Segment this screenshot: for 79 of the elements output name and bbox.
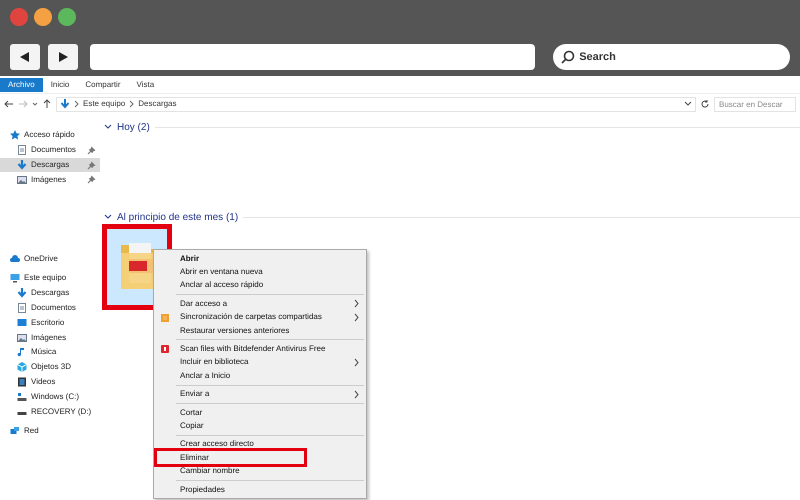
menu-item[interactable]: Enviar a xyxy=(154,388,366,401)
menu-item[interactable]: Cortar xyxy=(154,406,366,420)
search-field[interactable]: Search xyxy=(553,44,790,70)
chevron-icon xyxy=(74,100,79,108)
menu-item[interactable]: Abrir xyxy=(154,252,366,266)
breadcrumb[interactable]: Este equipo xyxy=(83,98,126,110)
sidebar-item[interactable]: Descargas xyxy=(0,286,100,301)
back-arrow-icon[interactable] xyxy=(4,99,14,109)
ribbon-tab[interactable]: Inicio xyxy=(42,78,78,92)
group-header[interactable]: Hoy (2) xyxy=(117,120,150,134)
minimize-icon[interactable] xyxy=(34,8,52,26)
search-placeholder: Search xyxy=(579,50,616,65)
star-icon xyxy=(10,130,20,140)
menu-item[interactable]: Cambiar nombre xyxy=(154,464,366,478)
menu-item[interactable]: Incluir en biblioteca xyxy=(154,356,366,370)
sidebar-item[interactable]: Imágenes xyxy=(0,330,100,345)
download-icon xyxy=(17,160,27,170)
chevron-icon xyxy=(104,214,112,220)
sidebar-item[interactable]: OneDrive xyxy=(0,251,100,266)
image-icon xyxy=(17,332,27,343)
forward-button[interactable] xyxy=(48,44,78,70)
back-button[interactable] xyxy=(10,44,40,70)
search-icon xyxy=(561,50,576,64)
maximize-icon[interactable] xyxy=(58,8,76,26)
sidebar-item[interactable]: Red xyxy=(0,424,100,439)
ribbon-tab[interactable]: Compartir xyxy=(77,78,128,92)
sidebar-item[interactable]: RECOVERY (D:) xyxy=(0,404,100,419)
breadcrumb[interactable]: Descargas xyxy=(138,98,177,110)
shield-icon xyxy=(161,345,169,354)
ribbon-tab[interactable]: Archivo xyxy=(0,78,43,92)
menu-item[interactable]: Sincronización de carpetas compartidas xyxy=(154,310,366,324)
menu-item[interactable]: Anclar a Inicio xyxy=(154,369,366,383)
menu-item[interactable]: Anclar al acceso rápido xyxy=(154,278,366,292)
sidebar-item[interactable]: Este equipo xyxy=(0,270,100,286)
cube-icon xyxy=(17,362,27,372)
refresh-icon[interactable] xyxy=(700,99,710,109)
back-arrow-icon xyxy=(18,51,31,63)
chevron-icon xyxy=(104,124,112,130)
forward-arrow-icon xyxy=(56,51,69,63)
film-icon xyxy=(17,376,27,387)
menu-item[interactable]: Eliminar xyxy=(157,451,304,464)
download-icon xyxy=(17,288,27,298)
document-icon xyxy=(17,302,27,313)
dropdown-icon xyxy=(684,101,692,107)
computer-icon xyxy=(10,273,20,284)
document-icon xyxy=(17,145,27,156)
dropdown-icon[interactable] xyxy=(32,101,38,107)
sidebar-item[interactable]: Escritorio xyxy=(0,315,100,330)
menu-item[interactable]: Scan files with Bitdefender Antivirus Free xyxy=(154,342,366,356)
sidebar-item[interactable]: Documentos xyxy=(0,300,100,316)
sidebar-item[interactable]: Imágenes xyxy=(0,172,100,188)
sidebar-item[interactable]: Videos xyxy=(0,374,100,390)
sidebar-item[interactable]: Música xyxy=(0,344,100,360)
drive-icon xyxy=(17,392,27,402)
sidebar-item[interactable]: Descargas xyxy=(0,158,100,172)
sidebar-item[interactable]: Documentos xyxy=(0,142,100,158)
sidebar-item[interactable]: Objetos 3D xyxy=(0,360,100,375)
menu-item[interactable]: Dar acceso a xyxy=(154,297,366,311)
up-arrow-icon[interactable] xyxy=(42,99,52,109)
chevron-icon xyxy=(129,100,134,108)
ribbon-tab[interactable]: Vista xyxy=(128,78,162,92)
sync-icon xyxy=(161,314,169,322)
address-field[interactable] xyxy=(90,44,536,70)
download-icon xyxy=(60,99,70,109)
image-icon xyxy=(17,174,27,185)
menu-item[interactable]: Crear acceso directo xyxy=(154,438,366,452)
sidebar-item[interactable]: Acceso rápido xyxy=(0,128,100,143)
menu-item[interactable]: Propiedades xyxy=(154,482,366,496)
group-header[interactable]: Al principio de este mes (1) xyxy=(117,210,238,224)
address-bar[interactable]: Este equipo Descargas xyxy=(56,96,696,112)
menu-item[interactable]: Restaurar versiones anteriores xyxy=(154,324,366,338)
network-icon xyxy=(10,426,20,436)
music-note-icon xyxy=(17,347,27,358)
menu-item[interactable]: Copiar xyxy=(154,419,366,433)
menu-item[interactable]: Abrir en ventana nueva xyxy=(154,265,366,279)
cloud-icon xyxy=(10,254,20,264)
desktop-icon xyxy=(17,318,27,328)
sidebar-item[interactable]: Windows (C:) xyxy=(0,389,100,404)
search-field[interactable]: Buscar en Descar xyxy=(714,96,796,112)
